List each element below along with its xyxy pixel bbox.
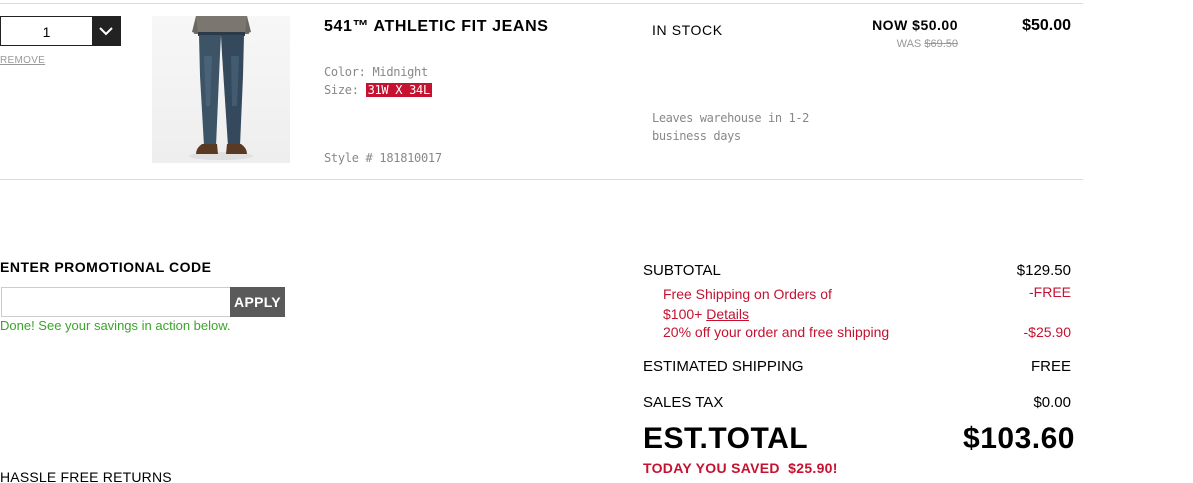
- est-total-row: EST.TOTAL $103.60: [643, 422, 1075, 456]
- product-image[interactable]: [152, 16, 290, 163]
- color-label: Color:: [324, 65, 366, 79]
- promo-success-message: Done! See your savings in action below.: [0, 318, 231, 333]
- apply-button[interactable]: APPLY: [230, 287, 285, 317]
- row-divider: [0, 179, 1083, 180]
- product-style: Style # 181810017: [324, 151, 442, 165]
- est-total-value: $103.60: [963, 422, 1075, 455]
- stock-status: IN STOCK: [652, 22, 723, 38]
- quantity-value[interactable]: 1: [1, 17, 92, 45]
- subtotal-label: SUBTOTAL: [643, 262, 721, 279]
- was-price-value: $69.50: [924, 38, 958, 50]
- style-value: 181810017: [379, 151, 442, 165]
- color-value: Midnight: [372, 65, 429, 79]
- details-link[interactable]: Details: [706, 306, 749, 322]
- chevron-down-icon[interactable]: [92, 17, 120, 45]
- style-label: Style #: [324, 151, 373, 165]
- was-price: WAS $69.50: [897, 38, 958, 50]
- now-price: NOW $50.00: [872, 17, 958, 33]
- line-total: $50.00: [1022, 17, 1071, 34]
- discount-free-shipping-value: -FREE: [1029, 284, 1071, 300]
- quantity-select[interactable]: 1: [0, 16, 121, 46]
- hassle-free-returns-link[interactable]: HASSLE FREE RETURNS: [0, 469, 172, 483]
- discount-percent-value: -$25.90: [1023, 324, 1071, 340]
- product-size: Size: 31W X 34L: [324, 83, 432, 97]
- tax-value: $0.00: [1033, 394, 1071, 411]
- promo-code-input[interactable]: [1, 287, 230, 317]
- subtotal-row: SUBTOTAL $129.50: [643, 262, 1071, 279]
- remove-link[interactable]: REMOVE: [0, 55, 45, 66]
- subtotal-value: $129.50: [1016, 262, 1071, 279]
- was-prefix: WAS: [896, 38, 922, 50]
- product-color: Color: Midnight: [324, 65, 428, 79]
- size-value: 31W X 34L: [365, 83, 432, 97]
- shipping-label: ESTIMATED SHIPPING: [643, 358, 804, 375]
- est-total-label: EST.TOTAL: [643, 422, 809, 455]
- size-label: Size:: [324, 83, 359, 97]
- shipping-row: ESTIMATED SHIPPING FREE: [643, 358, 1071, 375]
- top-divider: [0, 3, 1083, 4]
- shipping-value: FREE: [1030, 358, 1071, 375]
- discount-percent-label: 20% off your order and free shipping: [663, 324, 890, 340]
- discount-free-shipping-row: Free Shipping on Orders of $100+ Details…: [663, 284, 1071, 324]
- tax-row: SALES TAX $0.00: [643, 394, 1071, 411]
- shipping-note: Leaves warehouse in 1-2 business days: [652, 111, 809, 143]
- discount-percent-row: 20% off your order and free shipping -$2…: [663, 324, 1071, 340]
- product-name[interactable]: 541™ ATHLETIC FIT JEANS: [324, 18, 549, 36]
- tax-label: SALES TAX: [643, 394, 724, 411]
- promo-title: ENTER PROMOTIONAL CODE: [0, 259, 212, 275]
- savings-message: TODAY YOU SAVED $25.90!: [643, 460, 838, 476]
